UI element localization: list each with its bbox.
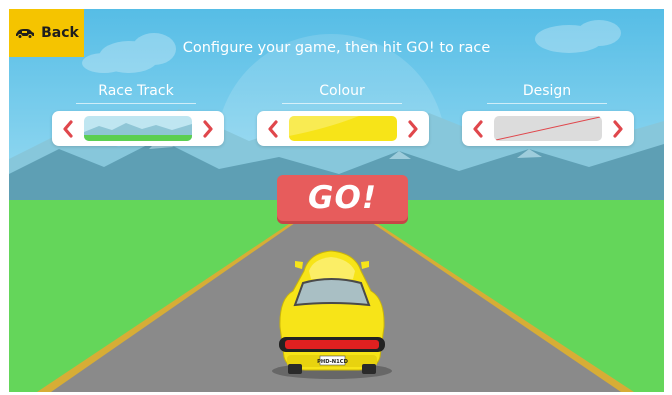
track-thumbnail [84, 116, 192, 141]
chevron-left-icon [63, 119, 73, 138]
race-track-heading: Race Track [98, 83, 174, 99]
car-wheel-right [362, 364, 376, 374]
car-icon [16, 29, 35, 39]
race-track-next-button[interactable] [194, 111, 222, 146]
colour-prev-button[interactable] [259, 111, 287, 146]
colour-swatch [289, 116, 397, 141]
design-selector [462, 111, 634, 146]
design-preview-none [494, 116, 602, 141]
race-track-divider [76, 103, 196, 104]
license-plate-text: PHD-N1CD [317, 359, 348, 365]
chevron-right-icon [203, 119, 213, 138]
colour-divider [282, 103, 402, 104]
go-label: GO! [308, 180, 377, 216]
car-taillight [285, 340, 379, 349]
colour-heading: Colour [319, 83, 365, 99]
chevron-right-icon [613, 119, 623, 138]
car-wheel-left [288, 364, 302, 374]
race-track-prev-button[interactable] [54, 111, 82, 146]
chevron-left-icon [268, 119, 278, 138]
design-next-button[interactable] [604, 111, 632, 146]
colour-selector [257, 111, 429, 146]
car-window [293, 278, 371, 307]
instruction-text: Configure your game, then hit GO! to rac… [182, 40, 491, 56]
race-track-selector [52, 111, 224, 146]
game-stage: PHD-N1CD Back Configure your game, then … [9, 9, 664, 392]
back-label: Back [41, 25, 79, 41]
race-track-preview [84, 116, 192, 141]
design-heading: Design [522, 83, 572, 99]
chevron-left-icon [473, 119, 483, 138]
design-divider [487, 103, 607, 104]
chevron-right-icon [408, 119, 418, 138]
colour-swatch-shine [289, 116, 359, 136]
go-button[interactable]: GO! [277, 175, 408, 221]
design-prev-button[interactable] [464, 111, 492, 146]
colour-next-button[interactable] [399, 111, 427, 146]
no-design-slash-icon [495, 116, 601, 141]
